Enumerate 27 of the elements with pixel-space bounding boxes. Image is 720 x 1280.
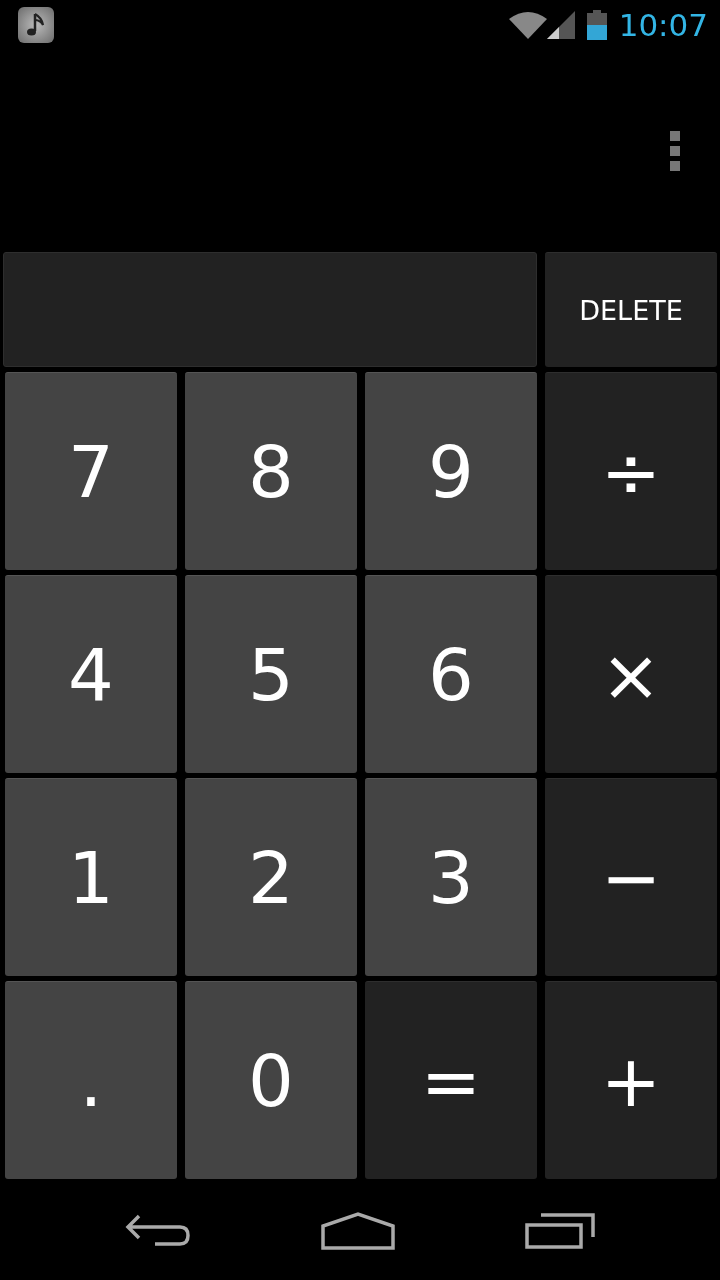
battery-icon <box>586 10 607 40</box>
digit-key[interactable]: . <box>5 981 177 1179</box>
signal-icon <box>546 11 575 39</box>
clock-time: 10:07 <box>618 9 708 41</box>
digit-key[interactable]: 4 <box>5 575 177 773</box>
operator-key[interactable]: − <box>545 778 717 976</box>
operator-key[interactable]: = <box>365 981 537 1179</box>
wifi-icon <box>508 11 547 39</box>
recent-apps-icon[interactable] <box>525 1212 595 1249</box>
operator-key[interactable]: + <box>545 981 717 1179</box>
digit-key[interactable]: 2 <box>185 778 357 976</box>
digit-key[interactable]: 9 <box>365 372 537 570</box>
digit-key[interactable]: 8 <box>185 372 357 570</box>
back-icon[interactable] <box>125 1213 191 1248</box>
digit-key[interactable]: 0 <box>185 981 357 1179</box>
operator-key[interactable]: ÷ <box>545 372 717 570</box>
overflow-menu-icon[interactable] <box>668 129 682 173</box>
digit-key[interactable]: 7 <box>5 372 177 570</box>
music-note-icon <box>18 7 54 43</box>
delete-button[interactable]: DELETE <box>545 252 717 367</box>
home-icon[interactable] <box>321 1211 395 1250</box>
digit-key[interactable]: 1 <box>5 778 177 976</box>
digit-key[interactable]: 5 <box>185 575 357 773</box>
digit-key[interactable]: 3 <box>365 778 537 976</box>
digit-key[interactable]: 6 <box>365 575 537 773</box>
display-field[interactable] <box>3 252 537 367</box>
operator-key[interactable]: × <box>545 575 717 773</box>
